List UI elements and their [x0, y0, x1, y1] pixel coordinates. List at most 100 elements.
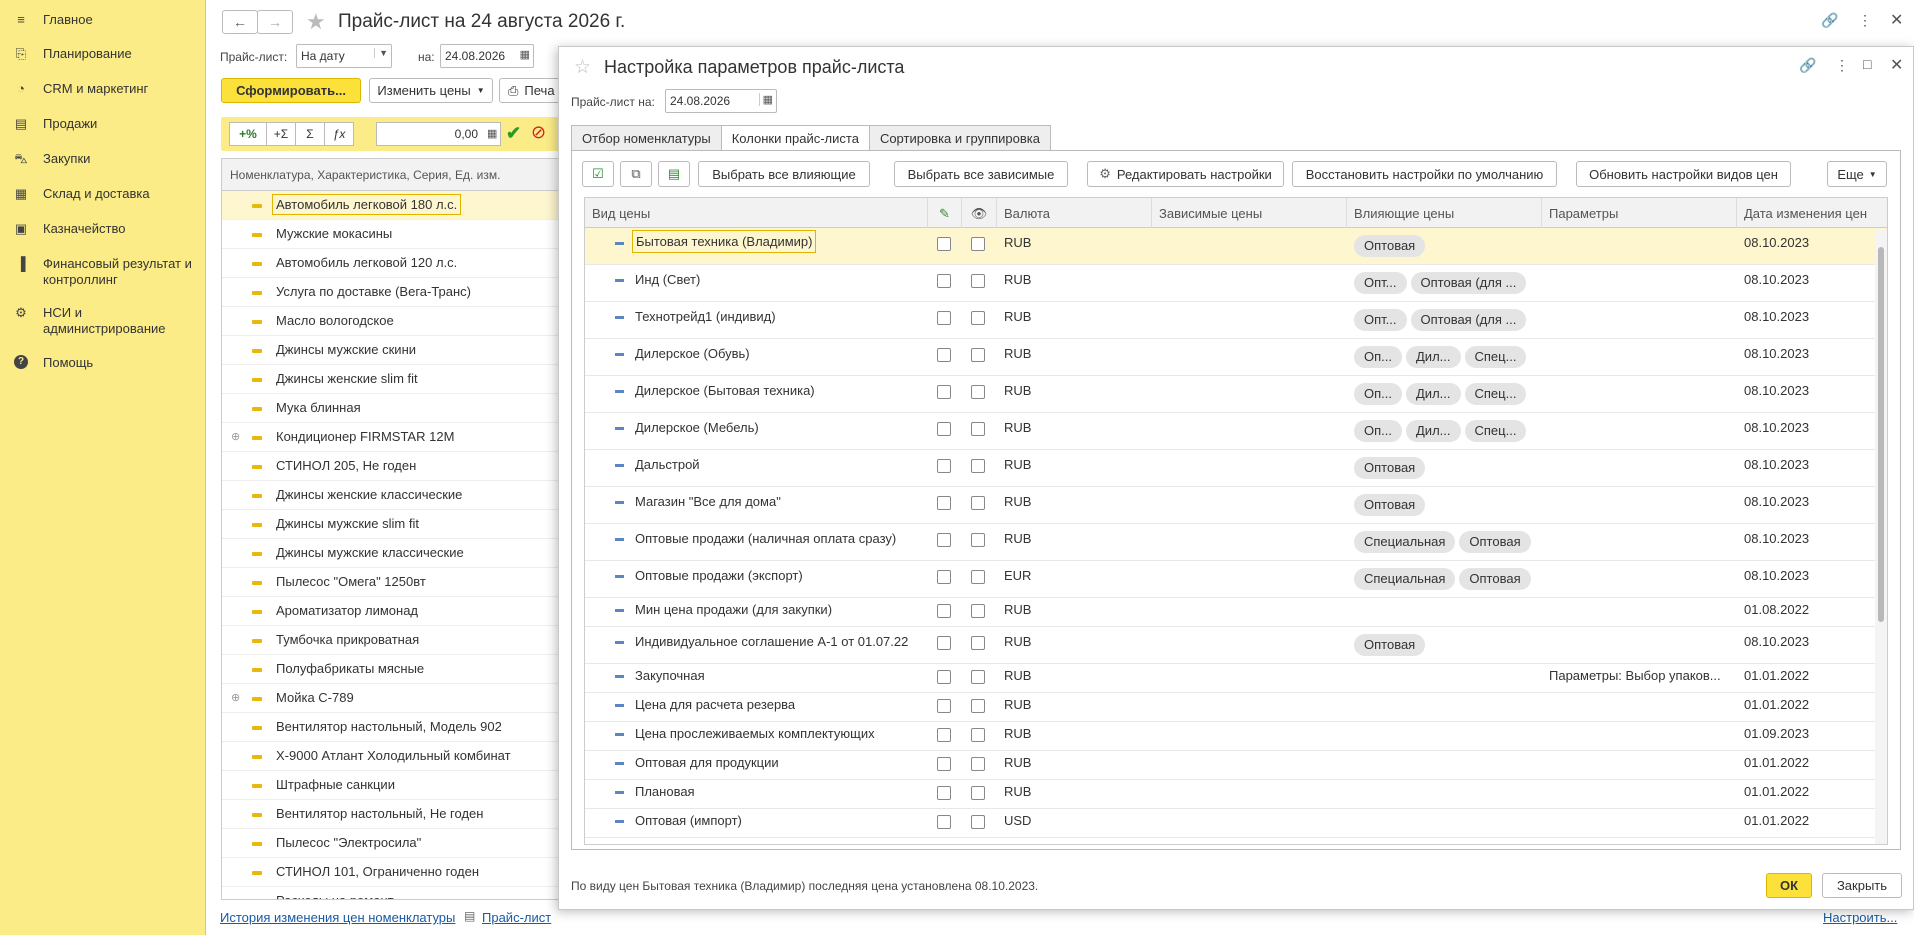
list-item[interactable]: Услуга по доставке (Вега-Транс): [222, 278, 595, 307]
price-tag[interactable]: Оптовая (для ...: [1410, 272, 1527, 294]
edit-checkbox[interactable]: [937, 311, 951, 325]
back-button[interactable]: ←: [222, 10, 258, 34]
restore-defaults-button[interactable]: Восстановить настройки по умолчанию: [1292, 161, 1557, 187]
visible-checkbox[interactable]: [971, 533, 985, 547]
sidebar-item[interactable]: ⚙ НСИ и администрирование: [0, 305, 206, 337]
more-icon[interactable]: ⋮: [1835, 57, 1849, 74]
edit-checkbox[interactable]: [937, 728, 951, 742]
link-icon[interactable]: 🔗: [1799, 57, 1816, 74]
favorite-star-icon[interactable]: ☆: [574, 56, 591, 79]
table-row[interactable]: Дилерское (Мебель) RUB Оп... Дил... Спец... 0…: [585, 413, 1887, 450]
calendar-icon[interactable]: ▦: [520, 48, 530, 61]
visible-checkbox[interactable]: [971, 311, 985, 325]
price-tag[interactable]: Оптовая: [1354, 494, 1426, 516]
edit-checkbox[interactable]: [937, 533, 951, 547]
table-row[interactable]: Оптовая для продукции RUB 01.01.2022: [585, 751, 1887, 780]
formula-value-input[interactable]: 0,00: [376, 122, 501, 146]
visible-checkbox[interactable]: [971, 636, 985, 650]
price-list-select[interactable]: На дату ▼: [296, 44, 392, 68]
table-row[interactable]: Дальстрой RUB Оптовая 08.10.2023: [585, 450, 1887, 487]
table-row[interactable]: Оптовые продажи (экспорт) EUR Специальная О…: [585, 561, 1887, 598]
add-percent-button[interactable]: +%: [229, 122, 267, 146]
price-tag[interactable]: Оптовая: [1354, 457, 1426, 479]
list-item[interactable]: Джинсы мужские скини: [222, 336, 595, 365]
price-tag[interactable]: Оп...: [1354, 346, 1402, 368]
price-list-link[interactable]: Прайс-лист: [482, 910, 551, 925]
uncheck-all-button[interactable]: ▤: [658, 161, 690, 187]
price-tag[interactable]: Оп...: [1354, 383, 1402, 405]
change-prices-button[interactable]: Изменить цены ▼: [369, 78, 493, 103]
table-row[interactable]: Дилерское (Обувь) RUB Оп... Дил... Спец... 08…: [585, 339, 1887, 376]
list-item[interactable]: Джинсы женские slim fit: [222, 365, 595, 394]
scrollbar-thumb[interactable]: [1878, 247, 1884, 622]
visible-checkbox[interactable]: [971, 604, 985, 618]
visible-checkbox[interactable]: [971, 274, 985, 288]
sidebar-item[interactable]: ⎘ Планирование: [0, 46, 206, 62]
list-item[interactable]: Автомобиль легковой 120 л.с.: [222, 249, 595, 278]
table-row[interactable]: Инд (Свет) RUB Опт... Оптовая (для ... 08.10…: [585, 265, 1887, 302]
maximize-icon[interactable]: □: [1863, 56, 1871, 72]
table-row[interactable]: Мин цена продажи (для закупки) RUB 01.08.2…: [585, 598, 1887, 627]
price-tag[interactable]: Оптовая: [1459, 568, 1531, 590]
settings-link[interactable]: Настроить...: [1823, 910, 1897, 925]
table-row[interactable]: Плановая RUB 01.01.2022: [585, 780, 1887, 809]
price-tag[interactable]: Спец...: [1464, 420, 1527, 442]
visible-checkbox[interactable]: [971, 699, 985, 713]
visible-checkbox[interactable]: [971, 570, 985, 584]
price-tag[interactable]: Опт...: [1354, 272, 1407, 294]
sidebar-item[interactable]: ▦ Склад и доставка: [0, 186, 206, 202]
list-item[interactable]: Пылесос "Омега" 1250вт: [222, 568, 595, 597]
price-tag[interactable]: Оптовая (для ...: [1410, 309, 1527, 331]
column-price-type[interactable]: Вид цены: [585, 198, 928, 228]
column-visible-icon[interactable]: 👁: [962, 198, 997, 228]
table-row[interactable]: Цена прослеживаемых комплектующих RUB 01.0…: [585, 722, 1887, 751]
list-item[interactable]: Расходы на ремонт: [222, 887, 595, 899]
edit-checkbox[interactable]: [937, 757, 951, 771]
close-icon[interactable]: ✕: [1890, 10, 1903, 30]
visible-checkbox[interactable]: [971, 237, 985, 251]
visible-checkbox[interactable]: [971, 422, 985, 436]
column-edit-icon[interactable]: ✎: [928, 198, 962, 228]
sidebar-item[interactable]: ≡ Главное: [0, 12, 206, 28]
column-parameters[interactable]: Параметры: [1542, 198, 1737, 228]
table-row[interactable]: Магазин "Все для дома" RUB Оптовая 08.10.20…: [585, 487, 1887, 524]
table-row[interactable]: Технотрейд1 (индивид) RUB Опт... Оптовая (д…: [585, 302, 1887, 339]
price-history-link[interactable]: История изменения цен номенклатуры: [220, 910, 455, 925]
edit-checkbox[interactable]: [937, 636, 951, 650]
copy-button[interactable]: ⧉: [620, 161, 652, 187]
edit-checkbox[interactable]: [937, 237, 951, 251]
list-item[interactable]: Тумбочка прикроватная: [222, 626, 595, 655]
select-all-influencing-button[interactable]: Выбрать все влияющие: [698, 161, 870, 187]
edit-checkbox[interactable]: [937, 815, 951, 829]
price-tag[interactable]: Дил...: [1406, 420, 1461, 442]
table-row[interactable]: Закупочная RUB Параметры: Выбор упаков... 0…: [585, 664, 1887, 693]
edit-settings-button[interactable]: ⚙ Редактировать настройки: [1087, 161, 1284, 187]
price-tag[interactable]: Дил...: [1406, 346, 1461, 368]
edit-checkbox[interactable]: [937, 604, 951, 618]
calendar-icon[interactable]: ▦: [758, 93, 773, 106]
sum-button[interactable]: Σ: [295, 122, 325, 146]
list-item[interactable]: СТИНОЛ 101, Ограниченно годен: [222, 858, 595, 887]
tab[interactable]: Сортировка и группировка: [868, 125, 1052, 151]
visible-checkbox[interactable]: [971, 757, 985, 771]
apply-check-icon[interactable]: ✔: [506, 123, 521, 144]
list-item[interactable]: Джинсы мужские классические: [222, 539, 595, 568]
list-item[interactable]: Джинсы мужские slim fit: [222, 510, 595, 539]
expand-icon[interactable]: ⊕: [231, 691, 240, 704]
visible-checkbox[interactable]: [971, 786, 985, 800]
expand-icon[interactable]: ⊕: [231, 430, 240, 443]
table-row[interactable]: Индивидуальное соглашение А-1 от 01.07.2…: [585, 627, 1887, 664]
sidebar-item[interactable]: ⛍ Закупки: [0, 151, 206, 167]
cancel-icon[interactable]: ⊘: [531, 122, 546, 143]
list-item[interactable]: Мука блинная: [222, 394, 595, 423]
edit-checkbox[interactable]: [937, 385, 951, 399]
table-row[interactable]: Дилерское (Бытовая техника) RUB Оп... Дил..…: [585, 376, 1887, 413]
price-tag[interactable]: Оптовая: [1459, 531, 1531, 553]
column-currency[interactable]: Валюта: [997, 198, 1152, 228]
edit-checkbox[interactable]: [937, 422, 951, 436]
list-item[interactable]: СТИНОЛ 205, Не годен: [222, 452, 595, 481]
list-item[interactable]: Ароматизатор лимонад: [222, 597, 595, 626]
close-button[interactable]: Закрыть: [1822, 873, 1902, 898]
nomenclature-list[interactable]: Номенклатура, Характеристика, Серия, Ед.…: [221, 158, 596, 900]
edit-checkbox[interactable]: [937, 348, 951, 362]
